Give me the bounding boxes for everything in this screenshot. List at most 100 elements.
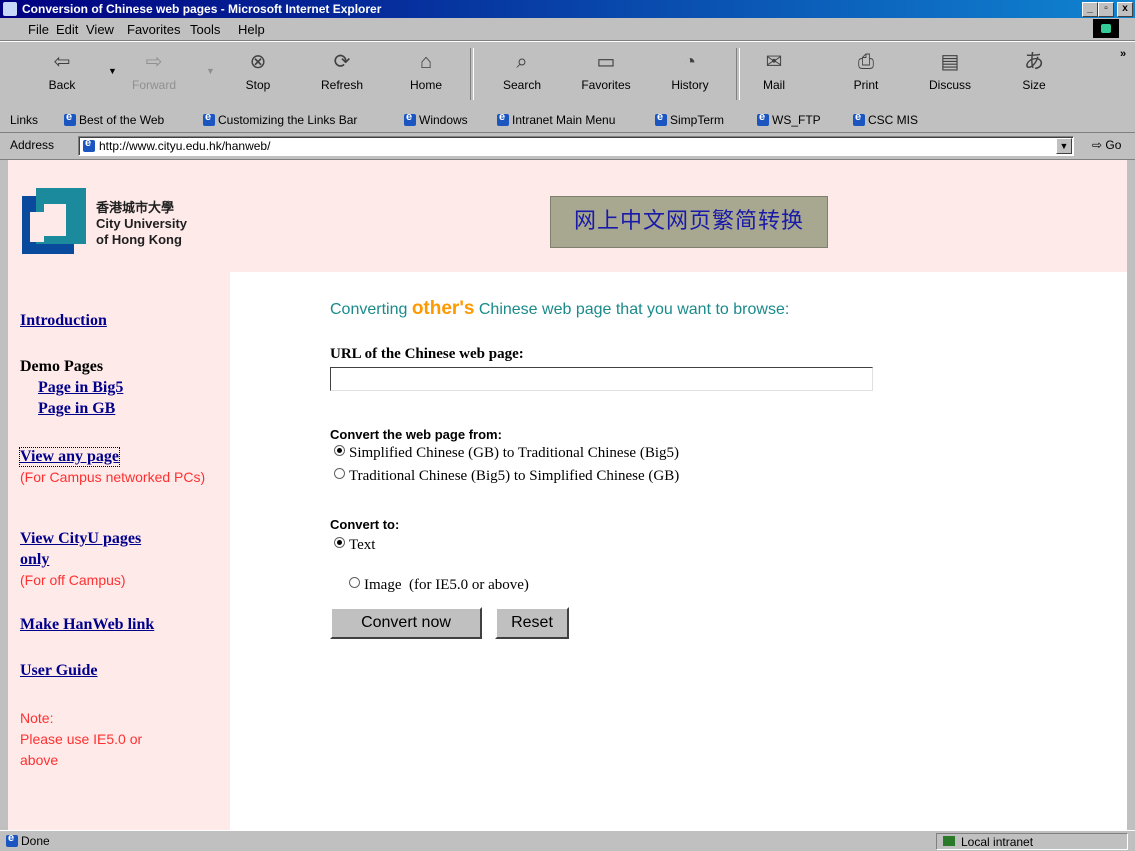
page-viewport: 香港城市大學 City University of Hong Kong Intr…: [8, 160, 1135, 830]
sidebar-note-line-2: above: [20, 752, 59, 768]
ie-page-icon: [655, 111, 667, 126]
ie-page-icon: [853, 111, 865, 126]
radio-big5-to-gb[interactable]: Traditional Chinese (Big5) to Simplified…: [334, 468, 679, 485]
address-url: http://www.cityu.edu.hk/hanweb/: [99, 139, 271, 153]
ie-page-icon: [757, 111, 769, 126]
convert-to-label: Convert to:: [330, 517, 400, 532]
toolbar-more-button[interactable]: »: [1120, 48, 1126, 60]
logo-chinese-name: 香港城市大學: [96, 200, 175, 215]
menu-file[interactable]: File: [28, 22, 49, 37]
page-banner: 网上中文网页繁简转换: [550, 196, 828, 248]
radio-label: Traditional Chinese (Big5) to Simplified…: [349, 468, 680, 484]
menu-edit[interactable]: Edit: [56, 22, 78, 37]
menu-favorites[interactable]: Favorites: [127, 22, 180, 37]
sidebar-heading-demo-pages: Demo Pages: [20, 358, 104, 375]
sidebar-link-user-guide[interactable]: User Guide: [20, 662, 97, 680]
menu-help[interactable]: Help: [238, 22, 265, 37]
status-done-label: Done: [21, 834, 50, 848]
print-button[interactable]: ⎙ Print: [838, 46, 894, 104]
page-heading: Converting other's Chinese web page that…: [330, 298, 789, 320]
link-csc-mis[interactable]: CSC MIS: [853, 111, 919, 127]
radio-button[interactable]: [334, 445, 345, 456]
window-title-bar: Conversion of Chinese web pages - Micros…: [0, 0, 1135, 18]
maximize-button[interactable]: ▫: [1098, 2, 1114, 17]
home-button[interactable]: ⌂ Home: [398, 46, 454, 104]
history-label: History: [671, 78, 709, 92]
url-label: URL of the Chinese web page:: [330, 346, 524, 362]
radio-label: Simplified Chinese (GB) to Traditional C…: [349, 445, 679, 461]
home-icon: ⌂: [419, 51, 433, 73]
search-icon: ⌕: [516, 51, 528, 73]
convert-from-label: Convert the web page from:: [330, 427, 502, 442]
forward-button[interactable]: ⇨ Forward: [126, 46, 182, 104]
menu-view[interactable]: View: [86, 22, 114, 37]
window-title: Conversion of Chinese web pages - Micros…: [22, 2, 382, 16]
sidebar: 香港城市大學 City University of Hong Kong Intr…: [8, 160, 230, 830]
radio-button[interactable]: [349, 577, 360, 588]
size-button[interactable]: あ Size: [1006, 46, 1062, 104]
sidebar-link-page-big5[interactable]: Page in Big5: [38, 379, 123, 397]
refresh-button[interactable]: ⟳ Refresh: [314, 46, 370, 104]
back-button[interactable]: ⇦ Back: [34, 46, 90, 104]
forward-arrow-icon: ⇨: [145, 51, 163, 73]
text-size-icon: あ: [1024, 51, 1044, 73]
link-simpterm[interactable]: SimpTerm: [655, 111, 724, 127]
link-label: CSC MIS: [868, 113, 919, 127]
link-windows[interactable]: Windows: [404, 111, 468, 127]
reset-button[interactable]: Reset: [495, 607, 569, 639]
sidebar-link-view-any-page[interactable]: View any page: [19, 447, 120, 467]
windows-logo-icon: [1093, 19, 1119, 38]
link-label: Customizing the Links Bar: [218, 113, 358, 127]
link-label: WS_FTP: [772, 113, 821, 127]
sidebar-note-line-1: Please use IE5.0 or: [20, 731, 143, 747]
url-input[interactable]: [330, 367, 873, 391]
toolbar-separator: [736, 48, 740, 100]
minimize-button[interactable]: _: [1082, 2, 1098, 17]
mail-button[interactable]: ✉ Mail: [746, 46, 802, 104]
link-intranet-main-menu[interactable]: Intranet Main Menu: [497, 111, 615, 127]
stop-button[interactable]: ⊗ Stop: [230, 46, 286, 104]
vertical-scrollbar[interactable]: [1127, 160, 1135, 830]
address-input[interactable]: http://www.cityu.edu.hk/hanweb/ ▼: [78, 136, 1074, 156]
radio-button[interactable]: [334, 468, 345, 479]
heading-post: Chinese web page that you want to browse…: [474, 301, 790, 318]
ie-page-icon: [83, 137, 95, 152]
history-icon: ◔: [683, 51, 697, 73]
address-dropdown-icon[interactable]: ▼: [1056, 138, 1072, 154]
sidebar-link-introduction[interactable]: Introduction: [20, 312, 107, 330]
sidebar-link-view-cityu-pages-only[interactable]: only: [20, 551, 49, 569]
back-dropdown-icon[interactable]: ▼: [108, 66, 117, 76]
cityu-logo-icon[interactable]: [22, 188, 86, 260]
ie-page-icon: [497, 111, 509, 126]
radio-image[interactable]: Image (for IE5.0 or above): [334, 560, 529, 611]
security-zone[interactable]: Local intranet: [936, 833, 1128, 850]
history-button[interactable]: ◔ History: [662, 46, 718, 104]
search-button[interactable]: ⌕ Search: [494, 46, 550, 104]
sidebar-link-view-cityu-pages[interactable]: View CityU pages: [20, 530, 141, 548]
radio-button[interactable]: [334, 537, 345, 548]
zone-label: Local intranet: [961, 835, 1034, 849]
refresh-icon: ⟳: [333, 51, 351, 73]
convert-now-button[interactable]: Convert now: [330, 607, 482, 639]
address-label: Address: [10, 138, 55, 152]
go-button[interactable]: ⇨ Go: [1092, 138, 1121, 152]
discuss-label: Discuss: [928, 78, 971, 92]
favorites-button[interactable]: ▭ Favorites: [578, 46, 634, 104]
search-label: Search: [502, 78, 542, 92]
discuss-icon: ▤: [940, 51, 960, 73]
link-best-of-web[interactable]: Best of the Web: [64, 111, 164, 127]
radio-gb-to-big5[interactable]: Simplified Chinese (GB) to Traditional C…: [334, 445, 679, 462]
favorites-folder-icon: ▭: [596, 51, 616, 73]
link-ws-ftp[interactable]: WS_FTP: [757, 111, 821, 127]
menu-tools[interactable]: Tools: [190, 22, 220, 37]
close-button[interactable]: x: [1117, 2, 1133, 17]
discuss-button[interactable]: ▤ Discuss: [922, 46, 978, 104]
radio-label: Image (for IE5.0 or above): [364, 577, 529, 593]
printer-icon: ⎙: [858, 51, 874, 73]
sidebar-link-make-hanweb-link[interactable]: Make HanWeb link: [20, 616, 154, 634]
radio-text[interactable]: Text: [334, 537, 375, 554]
sidebar-link-page-gb[interactable]: Page in GB: [38, 400, 115, 418]
link-customizing-links-bar[interactable]: Customizing the Links Bar: [203, 111, 358, 127]
forward-dropdown-icon[interactable]: ▼: [206, 66, 215, 76]
ie-app-icon[interactable]: [3, 2, 17, 16]
